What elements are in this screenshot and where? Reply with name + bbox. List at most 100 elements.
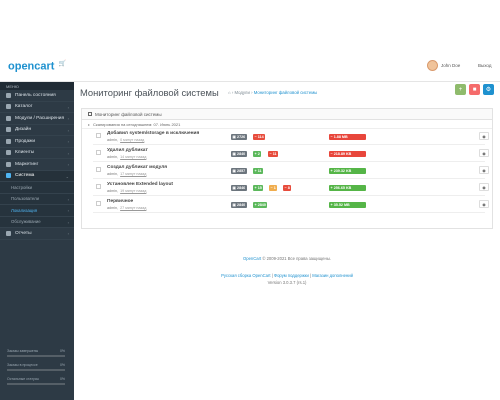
- stat-bar: [7, 355, 65, 357]
- logout-link[interactable]: Выход: [478, 63, 491, 68]
- chevron-right-icon: ›: [67, 219, 69, 225]
- sidebar-item-marketing[interactable]: Маркетинг ›: [0, 159, 74, 171]
- footer-link-shop[interactable]: Магазин дополнений: [312, 273, 353, 278]
- puzzle-icon: [6, 115, 11, 121]
- sidebar-item-reports[interactable]: Отчеты ›: [0, 228, 74, 240]
- scan-title: Добавил system/storage в исключения: [107, 131, 200, 136]
- view-scan-button[interactable]: ◉: [479, 183, 489, 191]
- trash-icon: ■: [472, 86, 477, 93]
- stat-other: Остальные статусы 0%: [7, 377, 65, 387]
- sidebar-item-catalog[interactable]: Каталог ›: [0, 102, 74, 113]
- sidebar-item-customers[interactable]: Клиенты ›: [0, 148, 74, 159]
- scan-row: Создал дубликат модуля admin, 17 минут н…: [93, 163, 489, 179]
- scan-row: Установлен Extended layout admin, 19 мин…: [93, 180, 489, 196]
- footer-links: Русская сборка OpenCart | Форум поддержк…: [221, 273, 353, 278]
- chevron-right-icon: ›: [67, 116, 69, 121]
- row-checkbox[interactable]: [96, 201, 101, 206]
- top-header: opencart 🛒 John Doe Выход: [0, 52, 500, 82]
- scan-meta: admin, 27 минут назад: [107, 206, 147, 210]
- dashboard-icon: [6, 92, 11, 98]
- total-files-badge: ▣ 2726: [231, 134, 247, 140]
- added-files-badge: + 2840: [253, 202, 268, 208]
- avatar[interactable]: [427, 60, 438, 71]
- settings-button[interactable]: ⚙: [483, 84, 494, 95]
- plus-icon: +: [458, 86, 463, 93]
- breadcrumb-current[interactable]: Мониторинг файловой системы: [254, 90, 318, 95]
- stat-processing: Заказы в процессе 0%: [7, 363, 65, 373]
- eye-icon: ◉: [482, 184, 486, 190]
- opencart-logo[interactable]: opencart 🛒: [8, 60, 66, 73]
- sidebar-item-design[interactable]: Дизайн ›: [0, 125, 74, 136]
- footer-link-forum[interactable]: Форум поддержки: [274, 273, 309, 278]
- scan-meta: admin, 19 минут назад: [107, 189, 147, 193]
- panel-header: Мониторинг файловой системы: [82, 109, 492, 120]
- user-icon: [6, 150, 11, 156]
- sidebar-item-extensions[interactable]: Модули / Расширения ›: [0, 113, 74, 125]
- scan-row: Первичное admin, 27 минут назад ▣ 2840 +…: [93, 197, 489, 213]
- sidebar-item-dashboard[interactable]: Панель состояния: [0, 90, 74, 102]
- chevron-down-icon: ⌄: [65, 173, 69, 179]
- view-scan-button[interactable]: ◉: [479, 166, 489, 174]
- changed-files-badge: ~ 1: [269, 185, 278, 191]
- row-checkbox[interactable]: [96, 133, 101, 138]
- cart-logo-icon: 🛒: [58, 61, 67, 67]
- scan-title: Удалил дубликат: [107, 148, 148, 153]
- breadcrumb-modules[interactable]: Модули: [234, 90, 249, 95]
- page-title: Мониторинг файловой системы: [80, 87, 219, 98]
- deleted-files-badge: − 114: [253, 134, 266, 140]
- row-checkbox[interactable]: [96, 184, 101, 189]
- share-icon: [6, 161, 11, 167]
- delete-button[interactable]: ■: [469, 84, 480, 95]
- chevron-right-icon: ›: [67, 104, 69, 110]
- stat-bar: [7, 383, 65, 385]
- sidebar-item-maintenance[interactable]: Обслуживание ›: [0, 216, 74, 228]
- scan-meta: admin, 17 минут назад: [107, 172, 147, 176]
- chevron-right-icon: ›: [67, 208, 69, 213]
- view-scan-button[interactable]: ◉: [479, 149, 489, 157]
- scan-title: Создал дубликат модуля: [107, 165, 168, 170]
- footer-link-ru-build[interactable]: Русская сборка OpenCart: [221, 273, 270, 278]
- gear-icon: ⚙: [485, 87, 492, 93]
- order-stats: Заказы завершены 0% Заказы в процессе 0% О…: [7, 349, 65, 391]
- eye-icon: ◉: [482, 167, 486, 173]
- row-checkbox[interactable]: [96, 150, 101, 155]
- deleted-files-badge: − 8: [283, 185, 292, 191]
- scan-meta: admin, 0 минут назад: [107, 138, 145, 142]
- gear-icon: [6, 173, 11, 179]
- chevron-right-icon: ›: [67, 196, 69, 202]
- tags-icon: [6, 104, 11, 110]
- eye-icon: ◉: [482, 150, 486, 156]
- chevron-right-icon: ›: [67, 162, 69, 167]
- scan-row: Добавил system/storage в исключения admi…: [93, 129, 489, 145]
- bar-chart-icon: [6, 230, 11, 236]
- scan-title: Первичное: [107, 199, 134, 204]
- home-icon[interactable]: ⌂: [228, 90, 231, 95]
- menu-title: МЕНЮ: [0, 82, 74, 90]
- sidebar-item-sales[interactable]: Продажи ›: [0, 136, 74, 148]
- size-change-badge: − 1.88 MB: [329, 134, 366, 140]
- sidebar-item-settings[interactable]: Настройки: [0, 182, 74, 194]
- eye-icon: ◉: [482, 201, 486, 207]
- scan-meta: admin, 14 минут назад: [107, 155, 147, 159]
- added-files-badge: + 11: [253, 168, 264, 174]
- sidebar-item-localisation[interactable]: Локализация ›: [0, 205, 74, 217]
- scan-row: Удалил дубликат admin, 14 минут назад ▣ …: [93, 146, 489, 162]
- total-files-badge: ▣ 2840: [231, 151, 247, 157]
- sidebar-item-system[interactable]: Система ⌄: [0, 170, 74, 182]
- logo-text: opencart: [8, 60, 55, 73]
- sidebar: МЕНЮ Панель состояния Каталог › Модули / …: [0, 82, 74, 400]
- sidebar-item-users[interactable]: Пользователи ›: [0, 193, 74, 205]
- folder-icon: ▸: [88, 122, 91, 127]
- user-name[interactable]: John Doe: [441, 63, 460, 68]
- list-icon: [88, 112, 92, 116]
- version: Version 3.0.3.7 (rs.1): [267, 280, 307, 285]
- view-scan-button[interactable]: ◉: [479, 132, 489, 140]
- row-checkbox[interactable]: [96, 167, 101, 172]
- television-icon: [6, 127, 11, 133]
- view-scan-button[interactable]: ◉: [479, 200, 489, 208]
- opencart-link[interactable]: OpenCart: [243, 256, 261, 261]
- chevron-right-icon: ›: [67, 139, 69, 144]
- added-files-badge: + 2: [253, 151, 262, 157]
- add-scan-button[interactable]: +: [455, 84, 466, 95]
- size-change-badge: + 239.32 KB: [329, 168, 366, 174]
